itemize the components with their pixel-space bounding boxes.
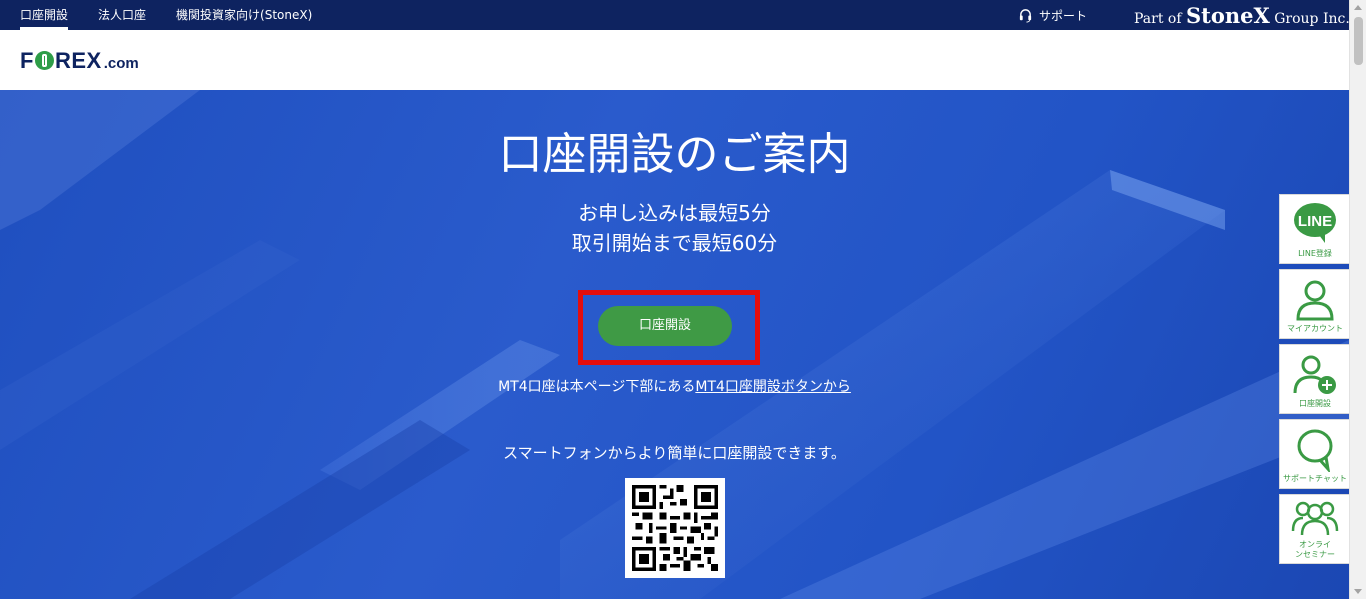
logo-o-icon (34, 51, 54, 70)
smartphone-note: スマートフォンからより簡単に口座開設できます。 (503, 444, 846, 462)
side-my-account-label: マイアカウント (1287, 324, 1343, 333)
open-account-button[interactable]: 口座開設 (598, 306, 732, 346)
nav-institutional[interactable]: 機関投資家向け(StoneX) (176, 0, 312, 30)
seminar-label-line-1: オンライ (1299, 540, 1331, 549)
scroll-down-arrow-icon[interactable] (1354, 589, 1362, 594)
group-icon (1280, 497, 1350, 543)
side-seminar-button[interactable]: オンライ ンセミナー (1279, 494, 1349, 564)
scroll-up-arrow-icon[interactable] (1354, 5, 1362, 10)
side-line-button[interactable]: LINE LINE登録 (1279, 194, 1349, 264)
subtitle-line-2: 取引開始まで最短60分 (571, 231, 778, 255)
side-support-chat-button[interactable]: サポートチャット (1279, 419, 1349, 489)
nav-corporate-account[interactable]: 法人口座 (98, 0, 146, 30)
side-open-account-button[interactable]: 口座開設 (1279, 344, 1349, 414)
headset-icon (1019, 8, 1032, 23)
line-icon: LINE (1280, 201, 1350, 247)
side-line-label: LINE登録 (1298, 249, 1332, 258)
user-plus-icon (1280, 351, 1350, 397)
qr-code (625, 478, 725, 578)
page-scrollbar[interactable] (1349, 0, 1366, 599)
partof-brand: StoneX (1185, 3, 1270, 28)
mt4-note: MT4口座は本ページ下部にあるMT4口座開設ボタンから (0, 376, 1349, 396)
side-support-chat-label: サポートチャット (1283, 474, 1347, 483)
top-nav: 口座開設 法人口座 機関投資家向け(StoneX) (20, 0, 312, 30)
logo-f: F (20, 48, 34, 73)
scrollbar-thumb[interactable] (1354, 17, 1363, 65)
chat-bubble-icon (1280, 426, 1350, 472)
side-my-account-button[interactable]: マイアカウント (1279, 269, 1349, 339)
seminar-label-line-2: ンセミナー (1295, 550, 1335, 559)
site-header: F REX .com (0, 30, 1349, 90)
logo-domain: .com (103, 55, 139, 72)
stonex-group-badge: Part of StoneX Group Inc. (1134, 3, 1350, 28)
logo-rex: REX (54, 48, 102, 73)
side-open-account-label: 口座開設 (1299, 399, 1331, 408)
top-bar: 口座開設 法人口座 機関投資家向け(StoneX) サポート Part of S… (0, 0, 1350, 30)
support-label: サポート (1039, 8, 1088, 23)
hero-subtitle: お申し込みは最短5分 取引開始まで最短60分 (0, 198, 1349, 258)
partof-suffix: Group Inc. (1269, 11, 1350, 27)
line-icon-text: LINE (1298, 213, 1332, 230)
user-icon (1280, 276, 1350, 322)
support-link[interactable]: サポート (1018, 0, 1087, 30)
qr-code-image (632, 485, 718, 571)
nav-account-opening[interactable]: 口座開設 (20, 0, 69, 30)
mt4-text: MT4口座は本ページ下部にある (498, 379, 696, 395)
page-title: 口座開設のご案内 (498, 129, 851, 180)
subtitle-line-1: お申し込みは最短5分 (578, 201, 771, 225)
forex-logo[interactable]: F REX .com (20, 48, 139, 74)
hero-section: 口座開設のご案内 お申し込みは最短5分 取引開始まで最短60分 口座開設 MT4… (0, 90, 1349, 599)
mt4-link[interactable]: MT4口座開設ボタンから (695, 379, 851, 395)
partof-prefix: Part of (1134, 11, 1186, 27)
side-seminar-label: オンライ ンセミナー (1280, 540, 1350, 560)
